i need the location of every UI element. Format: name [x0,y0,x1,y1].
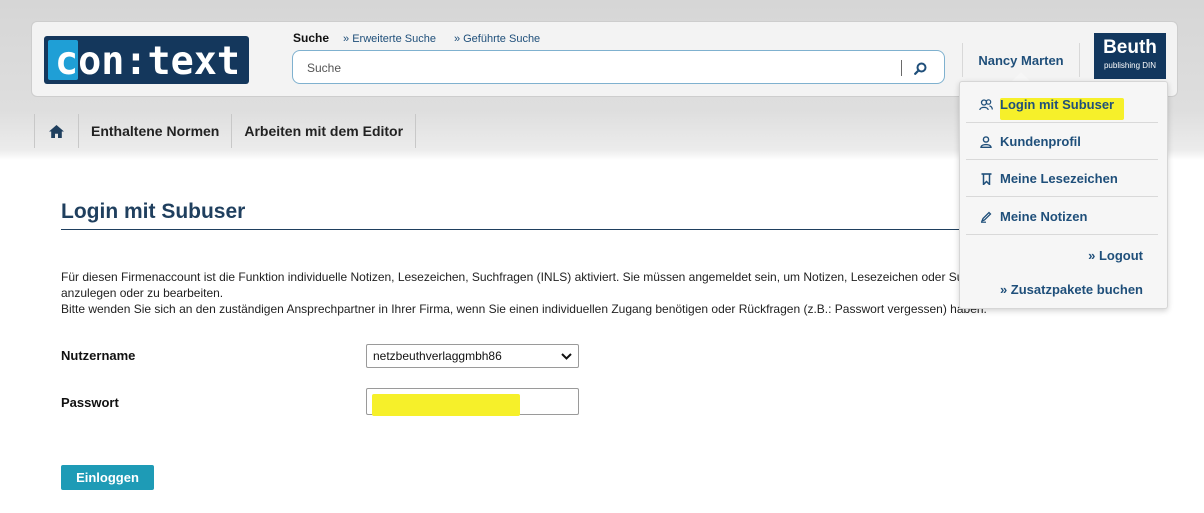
book-addons-link[interactable]: » Zusatzpakete buchen [1000,282,1143,297]
advanced-search-link[interactable]: » Erweiterte Suche [343,33,436,45]
info-line: Bitte wenden Sie sich an den zuständigen… [61,302,987,316]
chevron-down-icon [561,353,572,360]
beuth-logo[interactable]: Beuth publishing DIN [1094,33,1166,79]
login-button[interactable]: Einloggen [61,465,154,490]
menu-item-notes[interactable]: Meine Notizen [966,199,1158,235]
home-icon [49,124,64,138]
nav-contained-standards[interactable]: Enthaltene Normen [79,114,233,148]
menu-item-customer-profile[interactable]: Kundenprofil [966,124,1158,160]
highlight-mark [372,394,520,416]
search-divider [901,60,902,76]
page-title: Login mit Subuser [61,200,246,223]
user-menu-dropdown: Login mit Subuser Kundenprofil Meine Les… [959,81,1168,309]
beuth-logo-sub: publishing DIN [1103,61,1157,70]
menu-item-label: Login mit Subuser [1000,97,1115,112]
password-label: Passwort [61,395,119,410]
menu-item-label: Meine Lesezeichen [1000,171,1118,186]
search-box [292,50,945,84]
username-value: netzbeuthverlaggmbh86 [373,349,502,363]
search-links: Suche » Erweiterte Suche » Geführte Such… [293,31,558,47]
dropdown-pointer [1012,72,1030,81]
main-nav: Enthaltene Normen Arbeiten mit dem Edito… [34,114,417,148]
username-label: Nutzername [61,348,136,363]
menu-item-bookmarks[interactable]: Meine Lesezeichen [966,161,1158,197]
context-logo[interactable]: con:text [44,36,249,84]
svg-text:con:text: con:text [55,39,240,84]
beuth-logo-name: Beuth [1103,37,1157,58]
search-title: Suche [293,31,330,45]
users-icon [975,98,997,111]
search-input[interactable] [307,59,887,77]
username-select[interactable]: netzbeuthverlaggmbh86 [366,344,579,368]
logout-link[interactable]: » Logout [1088,248,1143,263]
search-icon [913,62,926,75]
bookmark-icon [975,172,997,185]
nav-home[interactable] [35,114,79,148]
pencil-icon [975,211,997,223]
nav-editor[interactable]: Arbeiten mit dem Editor [232,114,417,148]
person-icon [975,135,997,148]
menu-item-label: Kundenprofil [1000,134,1081,149]
guided-search-link[interactable]: » Geführte Suche [454,33,540,45]
menu-item-subuser-login[interactable]: Login mit Subuser [966,87,1158,123]
info-line: anzulegen oder zu bearbeiten. [61,286,224,300]
search-button[interactable] [907,57,933,79]
info-text: Für diesen Firmenaccount ist die Funktio… [61,269,1071,317]
info-line: Für diesen Firmenaccount ist die Funktio… [61,270,1011,284]
menu-item-label: Meine Notizen [1000,209,1088,224]
